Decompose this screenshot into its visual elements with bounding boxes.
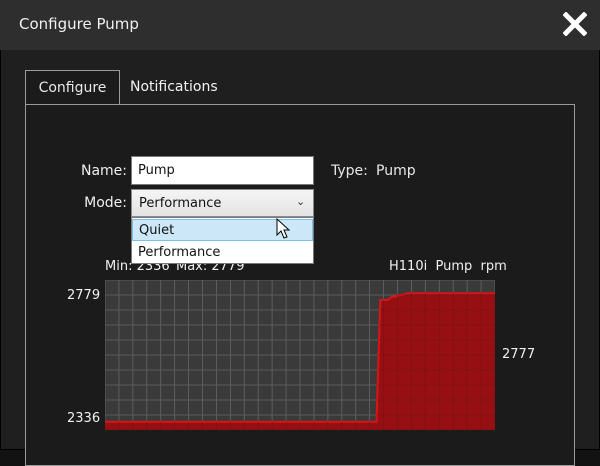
- chevron-down-icon: ⌄: [296, 195, 306, 208]
- y-tick-label-max: 2779: [67, 288, 101, 303]
- tab-configure[interactable]: Configure: [25, 70, 120, 105]
- title-bar: Configure Pump: [0, 0, 600, 50]
- name-label: Name:: [80, 163, 127, 179]
- type-value: Pump: [376, 163, 416, 179]
- tab-notifications[interactable]: Notifications: [120, 70, 228, 104]
- y-tick-label-min: 2336: [67, 411, 101, 426]
- name-field[interactable]: [131, 156, 314, 185]
- mode-option-performance[interactable]: Performance: [132, 242, 313, 264]
- rpm-chart: [105, 280, 495, 430]
- rpm-chart-svg: [105, 280, 495, 430]
- current-value-label: 2777: [502, 347, 536, 362]
- mode-select[interactable]: Performance ⌄: [131, 189, 314, 217]
- mouse-cursor-icon: [276, 218, 291, 239]
- chart-series-label: H110i Pump rpm: [389, 259, 507, 274]
- mode-select-value: Performance: [139, 196, 222, 211]
- mode-label: Mode:: [84, 195, 127, 211]
- type-label: Type:: [331, 163, 368, 179]
- close-icon[interactable]: [560, 9, 590, 39]
- dialog-title: Configure Pump: [19, 15, 139, 33]
- configure-pump-dialog: Configure Pump Configure Notifications N…: [0, 0, 600, 466]
